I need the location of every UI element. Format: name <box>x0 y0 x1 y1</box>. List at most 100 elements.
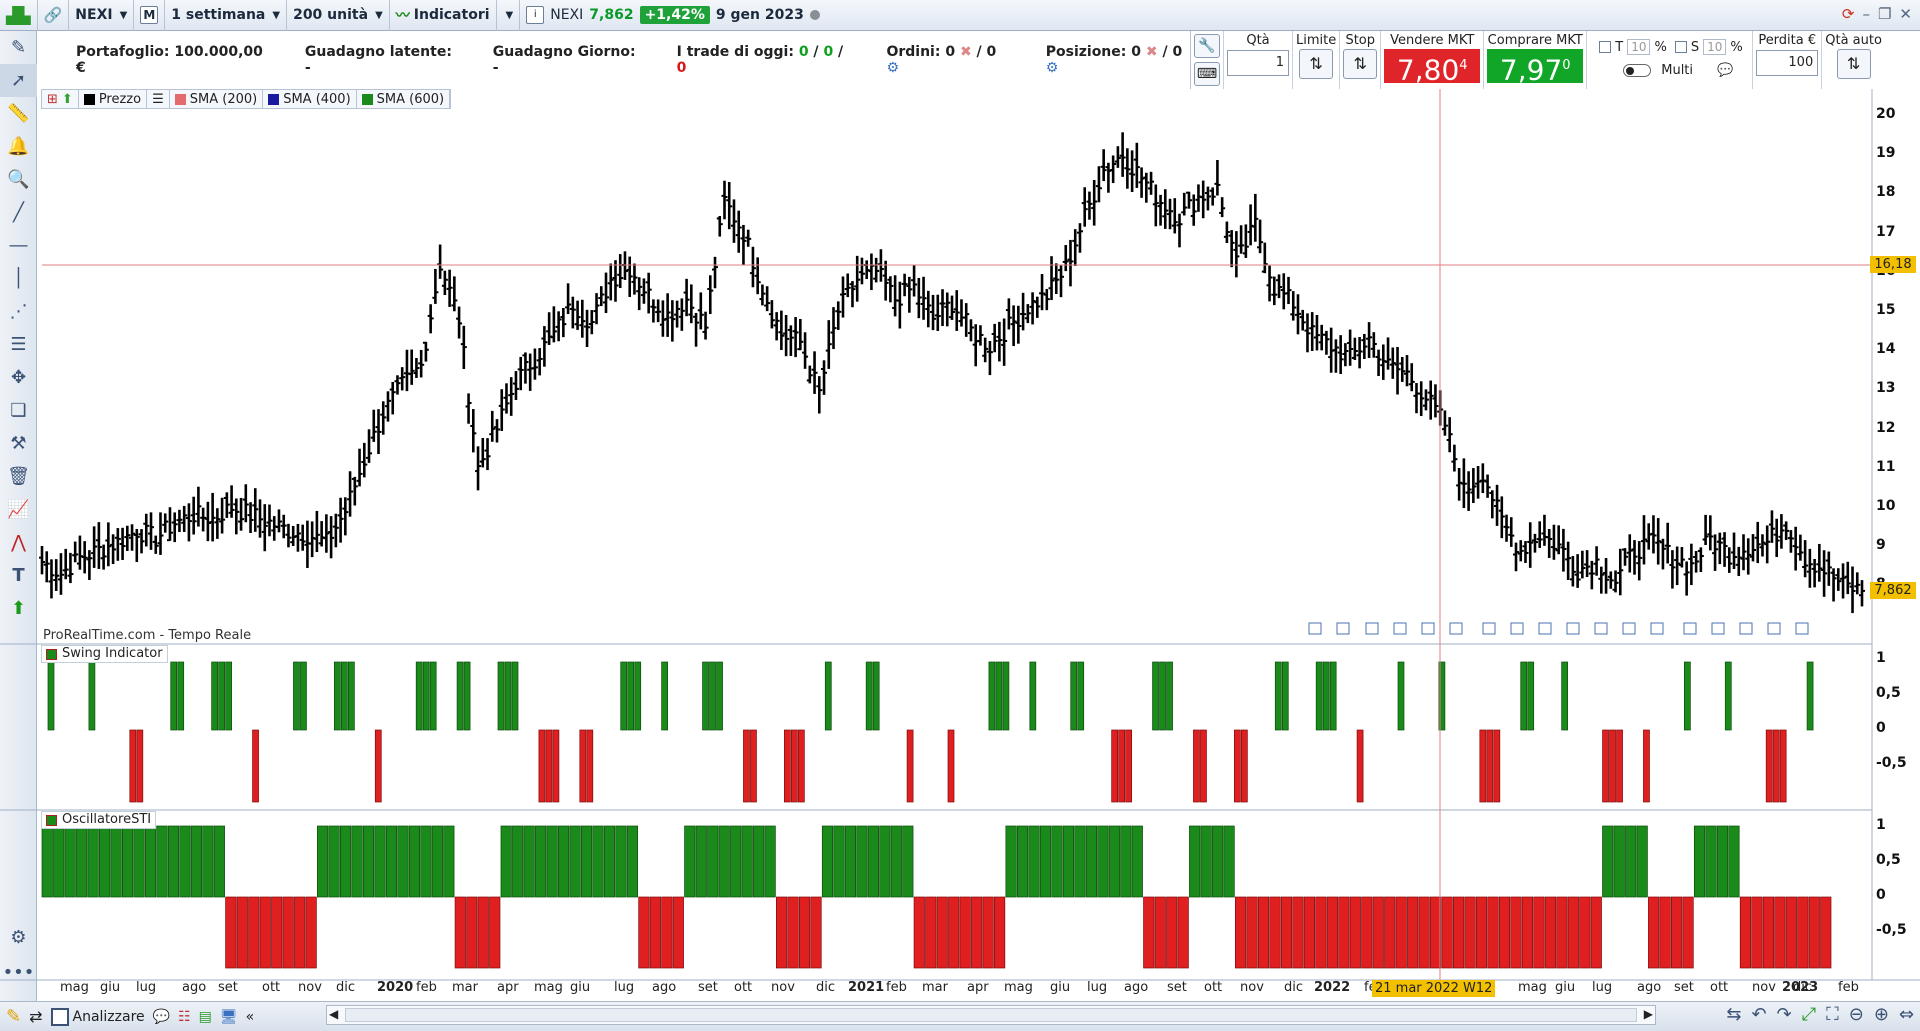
redo-icon[interactable]: ↷ <box>1777 1004 1792 1025</box>
horizontal-line-icon[interactable]: ― <box>0 229 37 262</box>
sti-bar-up <box>580 825 593 898</box>
list-icon[interactable]: ☷ <box>178 1009 191 1025</box>
channel-icon[interactable]: ⋀ <box>0 526 37 559</box>
bars-icon[interactable]: ▤ <box>199 1009 212 1025</box>
expand-icon[interactable]: ⬆ <box>62 92 73 107</box>
sell-market-button[interactable]: 7,804 <box>1384 49 1481 86</box>
plus-icon[interactable]: ⊞ <box>47 92 58 107</box>
trend-chart-icon[interactable]: 📈 <box>0 493 37 526</box>
legend-controls[interactable]: ⊞ ⬆ <box>42 90 79 108</box>
analyze-button[interactable]: Analizzare <box>50 1007 145 1026</box>
zoom-in-icon[interactable]: ⊕ <box>1874 1004 1889 1025</box>
move-icon[interactable]: ✥ <box>0 361 37 394</box>
orders-info[interactable]: Ordini: 0 ✖ / 0 ⚙ <box>886 44 1005 76</box>
scroll-left-icon[interactable]: ◀ <box>329 1007 338 1021</box>
sti-bar-down <box>1682 896 1694 969</box>
limit-order-button[interactable]: ⇅ <box>1299 49 1334 79</box>
sti-bar-up <box>1223 825 1235 898</box>
zoom-icon[interactable]: 🔍 <box>0 163 37 196</box>
quantity-input[interactable]: 1 <box>1227 50 1289 76</box>
vertical-line-icon[interactable]: │ <box>0 262 37 295</box>
minimize-icon[interactable]: – <box>1862 5 1870 23</box>
legend-sma600[interactable]: SMA (600) <box>357 90 451 108</box>
indicators-button[interactable]: 〰 Indicatori <box>390 0 497 31</box>
refresh-icon[interactable]: ⟳ <box>1842 5 1855 23</box>
auto-qty-button[interactable]: ⇅ <box>1836 49 1871 79</box>
swing-bar-up <box>88 661 96 731</box>
comment-icon[interactable]: 💬 <box>153 1009 170 1025</box>
legend-sma400[interactable]: SMA (400) <box>263 90 357 108</box>
indicators-label: Indicatori <box>413 7 490 23</box>
chart-area[interactable] <box>0 0 1920 1031</box>
t-checkbox[interactable] <box>1599 41 1612 53</box>
share-icon[interactable]: ⇄ <box>29 1007 42 1026</box>
zoom-out-icon[interactable]: ⊖ <box>1849 1004 1864 1025</box>
gear-icon[interactable]: ⚙ <box>1046 60 1059 76</box>
swing-panel-label[interactable]: Swing Indicator <box>41 645 168 663</box>
legend-list-icon[interactable]: ☰ <box>147 90 170 108</box>
t-input[interactable]: 10 <box>1627 39 1651 55</box>
buy-market-button[interactable]: 7,970 <box>1487 49 1584 86</box>
symbol-selector[interactable]: NEXI ▼ <box>69 0 135 31</box>
text-icon[interactable]: T <box>0 559 37 592</box>
period-selector[interactable]: 1 settimana ▼ <box>165 0 288 31</box>
legend-sma200[interactable]: SMA (200) <box>170 90 264 108</box>
auto-qty-column: Qtà auto ⇅ <box>1821 31 1885 89</box>
fit-icon[interactable]: ⛶ <box>1826 1004 1839 1025</box>
fibonacci-levels-icon[interactable]: ☰ <box>0 328 37 361</box>
wrench-icon[interactable]: 🔧 <box>1194 34 1220 58</box>
app-logo-icon[interactable]: ▟▙ <box>0 0 38 31</box>
swing-bar-up <box>716 661 723 731</box>
ruler-icon[interactable]: 📏 <box>0 97 37 130</box>
s-checkbox[interactable] <box>1674 41 1687 53</box>
chat-icon[interactable]: 💬 <box>1717 63 1733 78</box>
sync-icon[interactable]: ⇆ <box>1726 1004 1741 1025</box>
s-percent: % <box>1730 39 1743 55</box>
info-icon[interactable]: i <box>526 6 545 24</box>
gear-icon[interactable]: ⚙ <box>886 60 899 76</box>
pointer-icon[interactable]: ➚ <box>0 64 37 97</box>
swing-bar-down <box>1493 729 1501 803</box>
sti-panel-label[interactable]: OscillatoreSTI <box>41 811 157 829</box>
scroll-right-icon[interactable]: ▶ <box>1644 1007 1653 1021</box>
autoscale-icon[interactable]: ⤢ <box>1802 1004 1816 1025</box>
time-tick-label: feb <box>416 980 437 995</box>
portfolio-value: Portafoglio: 100.000,00 € <box>76 44 263 76</box>
loss-input[interactable]: 100 <box>1756 50 1819 76</box>
sti-bar-down <box>1820 896 1832 969</box>
arrows-icon[interactable]: ⇔ <box>1899 1004 1914 1025</box>
hammer-icon[interactable]: ⚒ <box>0 427 37 460</box>
units-selector[interactable]: 200 unità ▼ <box>287 0 390 31</box>
scroll-thumb[interactable] <box>345 1008 1637 1022</box>
time-tick-label: dic <box>1284 980 1304 995</box>
draw-icon[interactable]: ✎ <box>6 1006 21 1027</box>
fibonacci-icon[interactable]: ⋰ <box>0 295 37 328</box>
indicators-dropdown[interactable]: ▼ <box>497 0 521 31</box>
mode-button[interactable]: M <box>134 0 166 31</box>
settings-screen-icon[interactable]: ⚙ <box>0 921 37 954</box>
stop-order-button[interactable]: ⇅ <box>1343 49 1378 79</box>
sti-bar-up <box>557 825 570 898</box>
position-info[interactable]: Posizione: 0 ✖ / 0 ⚙ <box>1046 44 1190 76</box>
horizontal-scrollbar[interactable]: ◀ ▶ <box>326 1005 1656 1025</box>
pencil-icon[interactable]: ✎ <box>0 31 37 64</box>
multi-toggle[interactable] <box>1623 64 1652 77</box>
close-icon[interactable]: ✕ <box>1899 5 1912 23</box>
alert-bell-icon[interactable]: 🔔 <box>0 130 37 163</box>
collapse-icon[interactable]: « <box>246 1009 255 1025</box>
arrow-up-icon[interactable]: ⬆ <box>0 592 37 625</box>
sti-bar-up <box>1131 825 1143 898</box>
undo-icon[interactable]: ↶ <box>1752 1004 1767 1025</box>
link-icon[interactable]: 🔗 <box>38 0 70 31</box>
screen-icon[interactable]: 🖥 <box>220 1009 238 1025</box>
more-icon[interactable]: ••• <box>0 956 37 989</box>
keyboard-icon[interactable]: ⌨ <box>1194 62 1220 86</box>
trendline-icon[interactable]: ╱ <box>0 196 37 229</box>
s-input[interactable]: 10 <box>1703 39 1727 55</box>
trash-icon[interactable]: 🗑 <box>0 460 37 493</box>
restore-icon[interactable]: ❐ <box>1878 5 1891 23</box>
quote-symbol: NEXI <box>550 7 584 23</box>
copy-icon[interactable]: ❏ <box>0 394 37 427</box>
legend-price[interactable]: Prezzo <box>79 90 148 108</box>
time-tick-label: giu <box>1050 980 1071 995</box>
